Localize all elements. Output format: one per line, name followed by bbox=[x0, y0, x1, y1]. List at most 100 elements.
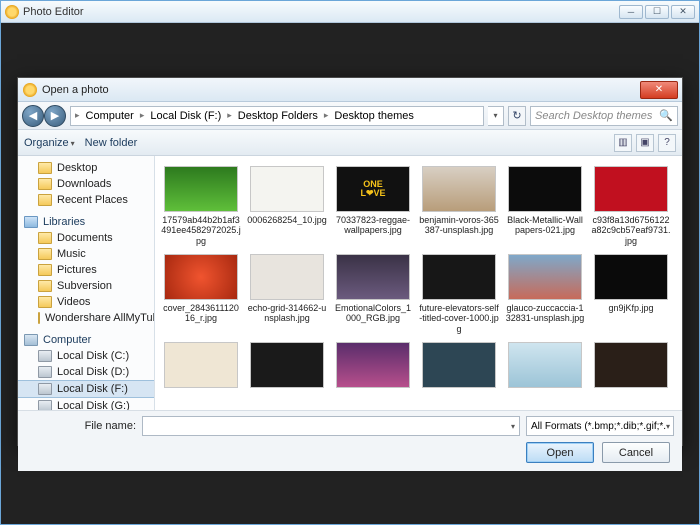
folder-icon bbox=[38, 280, 52, 292]
app-body: Open a photo ✕ ◀ ▶ ▸ Computer ▸ Local Di… bbox=[1, 23, 699, 524]
preview-pane-button[interactable]: ▣ bbox=[636, 134, 654, 152]
file-thumb[interactable]: benjamin-voros-365387-unsplash.jpg bbox=[419, 166, 499, 246]
file-thumb[interactable]: echo-grid-314662-unsplash.jpg bbox=[247, 254, 327, 334]
breadcrumb-dropdown[interactable]: ▾ bbox=[488, 106, 504, 126]
folder-icon bbox=[38, 232, 52, 244]
back-button[interactable]: ◀ bbox=[22, 105, 44, 127]
toolbar: Organize▾ New folder ▥ ▣ ? bbox=[18, 130, 682, 156]
maximize-button[interactable]: ☐ bbox=[645, 5, 669, 19]
file-name-label: 70337823-reggae-wallpapers.jpg bbox=[333, 215, 413, 236]
search-input[interactable]: Search Desktop themes 🔍 bbox=[530, 106, 678, 126]
drive-icon bbox=[38, 400, 52, 410]
sidebar-item-desktop[interactable]: Desktop bbox=[18, 160, 154, 176]
crumb[interactable]: Computer bbox=[82, 110, 138, 122]
file-thumb[interactable]: glauco-zuccaccia-132831-unsplash.jpg bbox=[505, 254, 585, 334]
chevron-right-icon: ▸ bbox=[322, 110, 331, 121]
dialog-title: Open a photo bbox=[42, 84, 109, 96]
file-thumb[interactable] bbox=[333, 342, 413, 391]
filename-input[interactable]: ▾ bbox=[142, 416, 520, 436]
file-name-label: 0006268254_10.jpg bbox=[247, 215, 327, 225]
folder-icon bbox=[38, 264, 52, 276]
open-button[interactable]: Open bbox=[526, 442, 594, 463]
sidebar-drive-d[interactable]: Local Disk (D:) bbox=[18, 364, 154, 380]
minimize-button[interactable]: ─ bbox=[619, 5, 643, 19]
file-thumb[interactable]: cover_284361112016_r.jpg bbox=[161, 254, 241, 334]
file-thumb[interactable]: EmotionalColors_1000_RGB.jpg bbox=[333, 254, 413, 334]
organize-menu[interactable]: Organize▾ bbox=[24, 137, 75, 149]
file-thumb[interactable]: ONE L❤VE 70337823-reggae-wallpapers.jpg bbox=[333, 166, 413, 246]
app-titlebar[interactable]: Photo Editor ─ ☐ ✕ bbox=[1, 1, 699, 23]
file-thumb[interactable]: c93f8a13d6756122a82c9cb57eaf9731.jpg bbox=[591, 166, 671, 246]
file-thumb[interactable] bbox=[591, 342, 671, 391]
sidebar-computer-head[interactable]: Computer bbox=[18, 332, 154, 348]
thumbnail-image bbox=[422, 254, 496, 300]
sidebar-item-music[interactable]: Music bbox=[18, 246, 154, 262]
file-thumb[interactable]: future-elevators-self-titled-cover-1000.… bbox=[419, 254, 499, 334]
file-thumb[interactable]: Black-Metallic-Wallpapers-021.jpg bbox=[505, 166, 585, 246]
libraries-icon bbox=[24, 216, 38, 228]
open-file-dialog: Open a photo ✕ ◀ ▶ ▸ Computer ▸ Local Di… bbox=[17, 77, 683, 446]
sidebar-item-subversion[interactable]: Subversion bbox=[18, 278, 154, 294]
folder-icon bbox=[38, 178, 52, 190]
folder-icon bbox=[38, 162, 52, 174]
chevron-right-icon: ▸ bbox=[73, 110, 82, 121]
file-thumb[interactable] bbox=[247, 342, 327, 391]
thumbnail-image bbox=[336, 254, 410, 300]
file-thumb[interactable] bbox=[419, 342, 499, 391]
thumbnail-image: ONE L❤VE bbox=[336, 166, 410, 212]
thumbnail-image bbox=[594, 342, 668, 388]
sidebar-drive-c[interactable]: Local Disk (C:) bbox=[18, 348, 154, 364]
thumbnail-image bbox=[250, 254, 324, 300]
thumbnail-image bbox=[508, 254, 582, 300]
sidebar-item-pictures[interactable]: Pictures bbox=[18, 262, 154, 278]
sidebar-item-documents[interactable]: Documents bbox=[18, 230, 154, 246]
app-window: Photo Editor ─ ☐ ✕ Open a photo ✕ ◀ ▶ ▸ … bbox=[0, 0, 700, 525]
sidebar-drive-f[interactable]: Local Disk (F:) bbox=[18, 380, 154, 398]
file-name-label: cover_284361112016_r.jpg bbox=[161, 303, 241, 324]
crumb[interactable]: Local Disk (F:) bbox=[146, 110, 225, 122]
crumb[interactable]: Desktop themes bbox=[330, 110, 417, 122]
crumb[interactable]: Desktop Folders bbox=[234, 110, 322, 122]
thumbnail-image bbox=[594, 254, 668, 300]
new-folder-button[interactable]: New folder bbox=[85, 137, 138, 149]
thumbnail-image bbox=[508, 342, 582, 388]
file-thumb[interactable]: 0006268254_10.jpg bbox=[247, 166, 327, 246]
thumbnail-image bbox=[508, 166, 582, 212]
sidebar-item-videos[interactable]: Videos bbox=[18, 294, 154, 310]
chevron-right-icon: ▸ bbox=[138, 110, 147, 121]
nav-bar: ◀ ▶ ▸ Computer ▸ Local Disk (F:) ▸ Deskt… bbox=[18, 102, 682, 130]
cancel-button[interactable]: Cancel bbox=[602, 442, 670, 463]
file-name-label: benjamin-voros-365387-unsplash.jpg bbox=[419, 215, 499, 236]
chevron-down-icon: ▾ bbox=[511, 422, 515, 431]
file-name-label: echo-grid-314662-unsplash.jpg bbox=[247, 303, 327, 324]
thumbnail-image bbox=[594, 166, 668, 212]
filetype-select[interactable]: All Formats (*.bmp;*.dib;*.gif;*.▾ bbox=[526, 416, 674, 436]
help-button[interactable]: ? bbox=[658, 134, 676, 152]
thumbnail-image bbox=[164, 254, 238, 300]
file-thumb[interactable]: 17579ab44b2b1af3491ee4582972025.jpg bbox=[161, 166, 241, 246]
breadcrumb[interactable]: ▸ Computer ▸ Local Disk (F:) ▸ Desktop F… bbox=[70, 106, 484, 126]
file-thumb[interactable] bbox=[161, 342, 241, 391]
dialog-close-button[interactable]: ✕ bbox=[640, 81, 678, 99]
drive-icon bbox=[38, 366, 52, 378]
sidebar-item-recent[interactable]: Recent Places bbox=[18, 192, 154, 208]
file-thumb[interactable]: gn9jKfp.jpg bbox=[591, 254, 671, 334]
thumbnail-image bbox=[164, 166, 238, 212]
sidebar-libraries-head[interactable]: Libraries bbox=[18, 214, 154, 230]
app-icon bbox=[5, 5, 19, 19]
forward-button[interactable]: ▶ bbox=[44, 105, 66, 127]
dialog-icon bbox=[23, 83, 37, 97]
folder-icon bbox=[38, 194, 52, 206]
close-button[interactable]: ✕ bbox=[671, 5, 695, 19]
folder-icon bbox=[38, 248, 52, 260]
sidebar-item-downloads[interactable]: Downloads bbox=[18, 176, 154, 192]
sidebar-drive-g[interactable]: Local Disk (G:) bbox=[18, 398, 154, 410]
dialog-titlebar[interactable]: Open a photo ✕ bbox=[18, 78, 682, 102]
file-thumb[interactable] bbox=[505, 342, 585, 391]
sidebar-item-wondershare[interactable]: Wondershare AllMyTube bbox=[18, 310, 154, 326]
refresh-button[interactable]: ↻ bbox=[508, 106, 526, 126]
view-button[interactable]: ▥ bbox=[614, 134, 632, 152]
sidebar: Desktop Downloads Recent Places Librarie… bbox=[18, 156, 155, 410]
folder-icon bbox=[38, 296, 52, 308]
file-list[interactable]: 17579ab44b2b1af3491ee4582972025.jpg 00062… bbox=[155, 156, 682, 410]
